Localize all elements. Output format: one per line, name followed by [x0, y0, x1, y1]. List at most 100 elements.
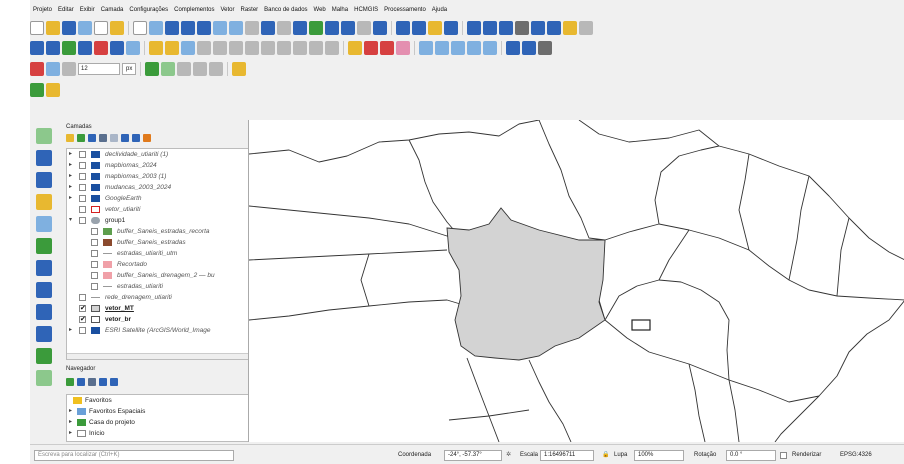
info-icon[interactable]: [110, 378, 118, 386]
open-project-icon[interactable]: [46, 21, 60, 35]
add-mssql-layer-icon[interactable]: [36, 282, 52, 298]
snapping-icon[interactable]: [46, 62, 60, 76]
filter-icon[interactable]: [99, 134, 107, 142]
label-highlight-icon[interactable]: [364, 41, 378, 55]
add-vector-layer-icon[interactable]: [36, 128, 52, 144]
layer-checkbox[interactable]: [79, 314, 86, 325]
menu-exibir[interactable]: Exibir: [77, 4, 98, 16]
split-icon[interactable]: [161, 62, 176, 76]
layer-checkbox[interactable]: [79, 294, 86, 301]
style-manager-icon[interactable]: [110, 21, 124, 35]
browser-item[interactable]: ▸ Favoritos Espaciais: [67, 406, 271, 417]
layer-item[interactable]: ▸ declividade_utiariti (1): [67, 149, 271, 160]
cut-icon[interactable]: [261, 41, 275, 55]
diagram-icon[interactable]: [483, 41, 497, 55]
browser-item[interactable]: ▸ Início: [67, 428, 271, 439]
zoom-selection-icon[interactable]: [213, 21, 227, 35]
layer-item[interactable]: buffer_Saneis_drenagem_2 — bu: [67, 270, 271, 281]
layer-checkbox[interactable]: [79, 162, 86, 169]
plugin-map-icon[interactable]: [30, 83, 44, 97]
offset-icon[interactable]: [209, 62, 224, 76]
scale-field[interactable]: 1:16496711: [540, 450, 594, 461]
menu-web[interactable]: Web: [311, 4, 329, 16]
change-label-icon[interactable]: [451, 41, 465, 55]
refresh-icon[interactable]: [373, 21, 387, 35]
add-virtual-layer-icon[interactable]: [36, 370, 52, 386]
layer-checkbox[interactable]: [91, 261, 98, 268]
manage-theme-icon[interactable]: [88, 134, 96, 142]
map-svg[interactable]: [249, 120, 904, 442]
measure-icon[interactable]: [467, 21, 481, 35]
filter-dropdown-icon[interactable]: [110, 134, 118, 142]
plugin-tool-icon[interactable]: [46, 83, 60, 97]
coordinate-toggle-icon[interactable]: ✲: [506, 449, 511, 461]
group-item[interactable]: ▾ group1: [67, 215, 271, 226]
digitize-icon[interactable]: [197, 41, 211, 55]
globe-icon[interactable]: [506, 41, 520, 55]
add-raster-icon[interactable]: [78, 41, 92, 55]
add-feature-icon[interactable]: [213, 41, 227, 55]
delete-selected-icon[interactable]: [245, 41, 259, 55]
layer-item[interactable]: vetor_br: [67, 314, 271, 325]
add-spatialite-icon[interactable]: [110, 41, 124, 55]
plugin-gear-icon[interactable]: [538, 41, 552, 55]
open-styling-icon[interactable]: [66, 134, 74, 142]
selected-state-polygon[interactable]: [446, 207, 606, 361]
pan-to-selection-icon[interactable]: [149, 21, 163, 35]
menu-complementos[interactable]: Complementos: [171, 4, 217, 16]
federal-district-polygon[interactable]: [631, 319, 651, 331]
zoom-in-icon[interactable]: [165, 21, 179, 35]
text-annotation-icon[interactable]: [547, 21, 561, 35]
locator-search-input[interactable]: Escreva para localizar (Ctrl+K): [34, 450, 234, 461]
magnifier-field[interactable]: 100%: [634, 450, 684, 461]
menu-processamento[interactable]: Processamento: [381, 4, 429, 16]
layer-checkbox[interactable]: [91, 272, 98, 279]
collapse-all-icon[interactable]: [132, 134, 140, 142]
render-checkbox[interactable]: [780, 452, 787, 459]
layer-item[interactable]: ▸ ESRI Satellite (ArcGIS/World_Image: [67, 325, 271, 336]
layer-item[interactable]: vetor_utiariti: [67, 204, 271, 215]
trace-icon[interactable]: [145, 62, 160, 76]
zoom-layer-icon[interactable]: [229, 21, 243, 35]
layer-item[interactable]: ▸ mapbiomas_2024: [67, 160, 271, 171]
layer-item[interactable]: buffer_Saneis_estradas: [67, 237, 271, 248]
redo-icon[interactable]: [325, 41, 339, 55]
chevron-right-icon[interactable]: ▸: [69, 193, 72, 204]
delete-part-icon[interactable]: [177, 62, 192, 76]
label-show-hide-icon[interactable]: [396, 41, 410, 55]
remove-layer-icon[interactable]: [143, 134, 151, 142]
pan-icon[interactable]: [133, 21, 147, 35]
identify-features-icon[interactable]: [396, 21, 410, 35]
copy-icon[interactable]: [277, 41, 291, 55]
menu-malha[interactable]: Malha: [329, 4, 351, 16]
add-spatialite-layer-icon[interactable]: [36, 238, 52, 254]
add-wms-layer-icon[interactable]: [36, 304, 52, 320]
add-gps-layer-icon[interactable]: [36, 216, 52, 232]
add-postgis-icon[interactable]: [126, 41, 140, 55]
render-label[interactable]: Renderizar: [792, 449, 821, 461]
layer-checkbox[interactable]: [79, 173, 86, 180]
python-icon[interactable]: [232, 62, 247, 76]
save-edits-icon[interactable]: [181, 41, 195, 55]
bookmark-icon[interactable]: [325, 21, 339, 35]
chevron-right-icon[interactable]: ▸: [69, 149, 72, 160]
chevron-right-icon[interactable]: ▸: [69, 428, 72, 439]
layer-checkbox[interactable]: [79, 195, 86, 202]
menu-vetor[interactable]: Vetor: [217, 4, 237, 16]
layer-item[interactable]: buffer_Saneis_estradas_recorta: [67, 226, 271, 237]
layer-item[interactable]: Recortado: [67, 259, 271, 270]
layer-checkbox[interactable]: [91, 250, 98, 257]
map-canvas[interactable]: [248, 120, 904, 442]
add-vector-icon[interactable]: [62, 41, 76, 55]
save-as-icon[interactable]: [78, 21, 92, 35]
label-properties-icon[interactable]: [467, 41, 481, 55]
menu-raster[interactable]: Raster: [237, 4, 261, 16]
add-mesh-layer-icon[interactable]: [36, 172, 52, 188]
chevron-down-icon[interactable]: ▾: [69, 215, 72, 226]
edit-pencil-icon[interactable]: [149, 41, 163, 55]
layer-item[interactable]: ▸ mapbiomas_2003 (1): [67, 171, 271, 182]
toggle-editing-icon[interactable]: [165, 41, 179, 55]
sum-icon[interactable]: [515, 21, 529, 35]
layout-manager-icon[interactable]: [94, 21, 108, 35]
layer-checkbox[interactable]: [79, 217, 86, 224]
